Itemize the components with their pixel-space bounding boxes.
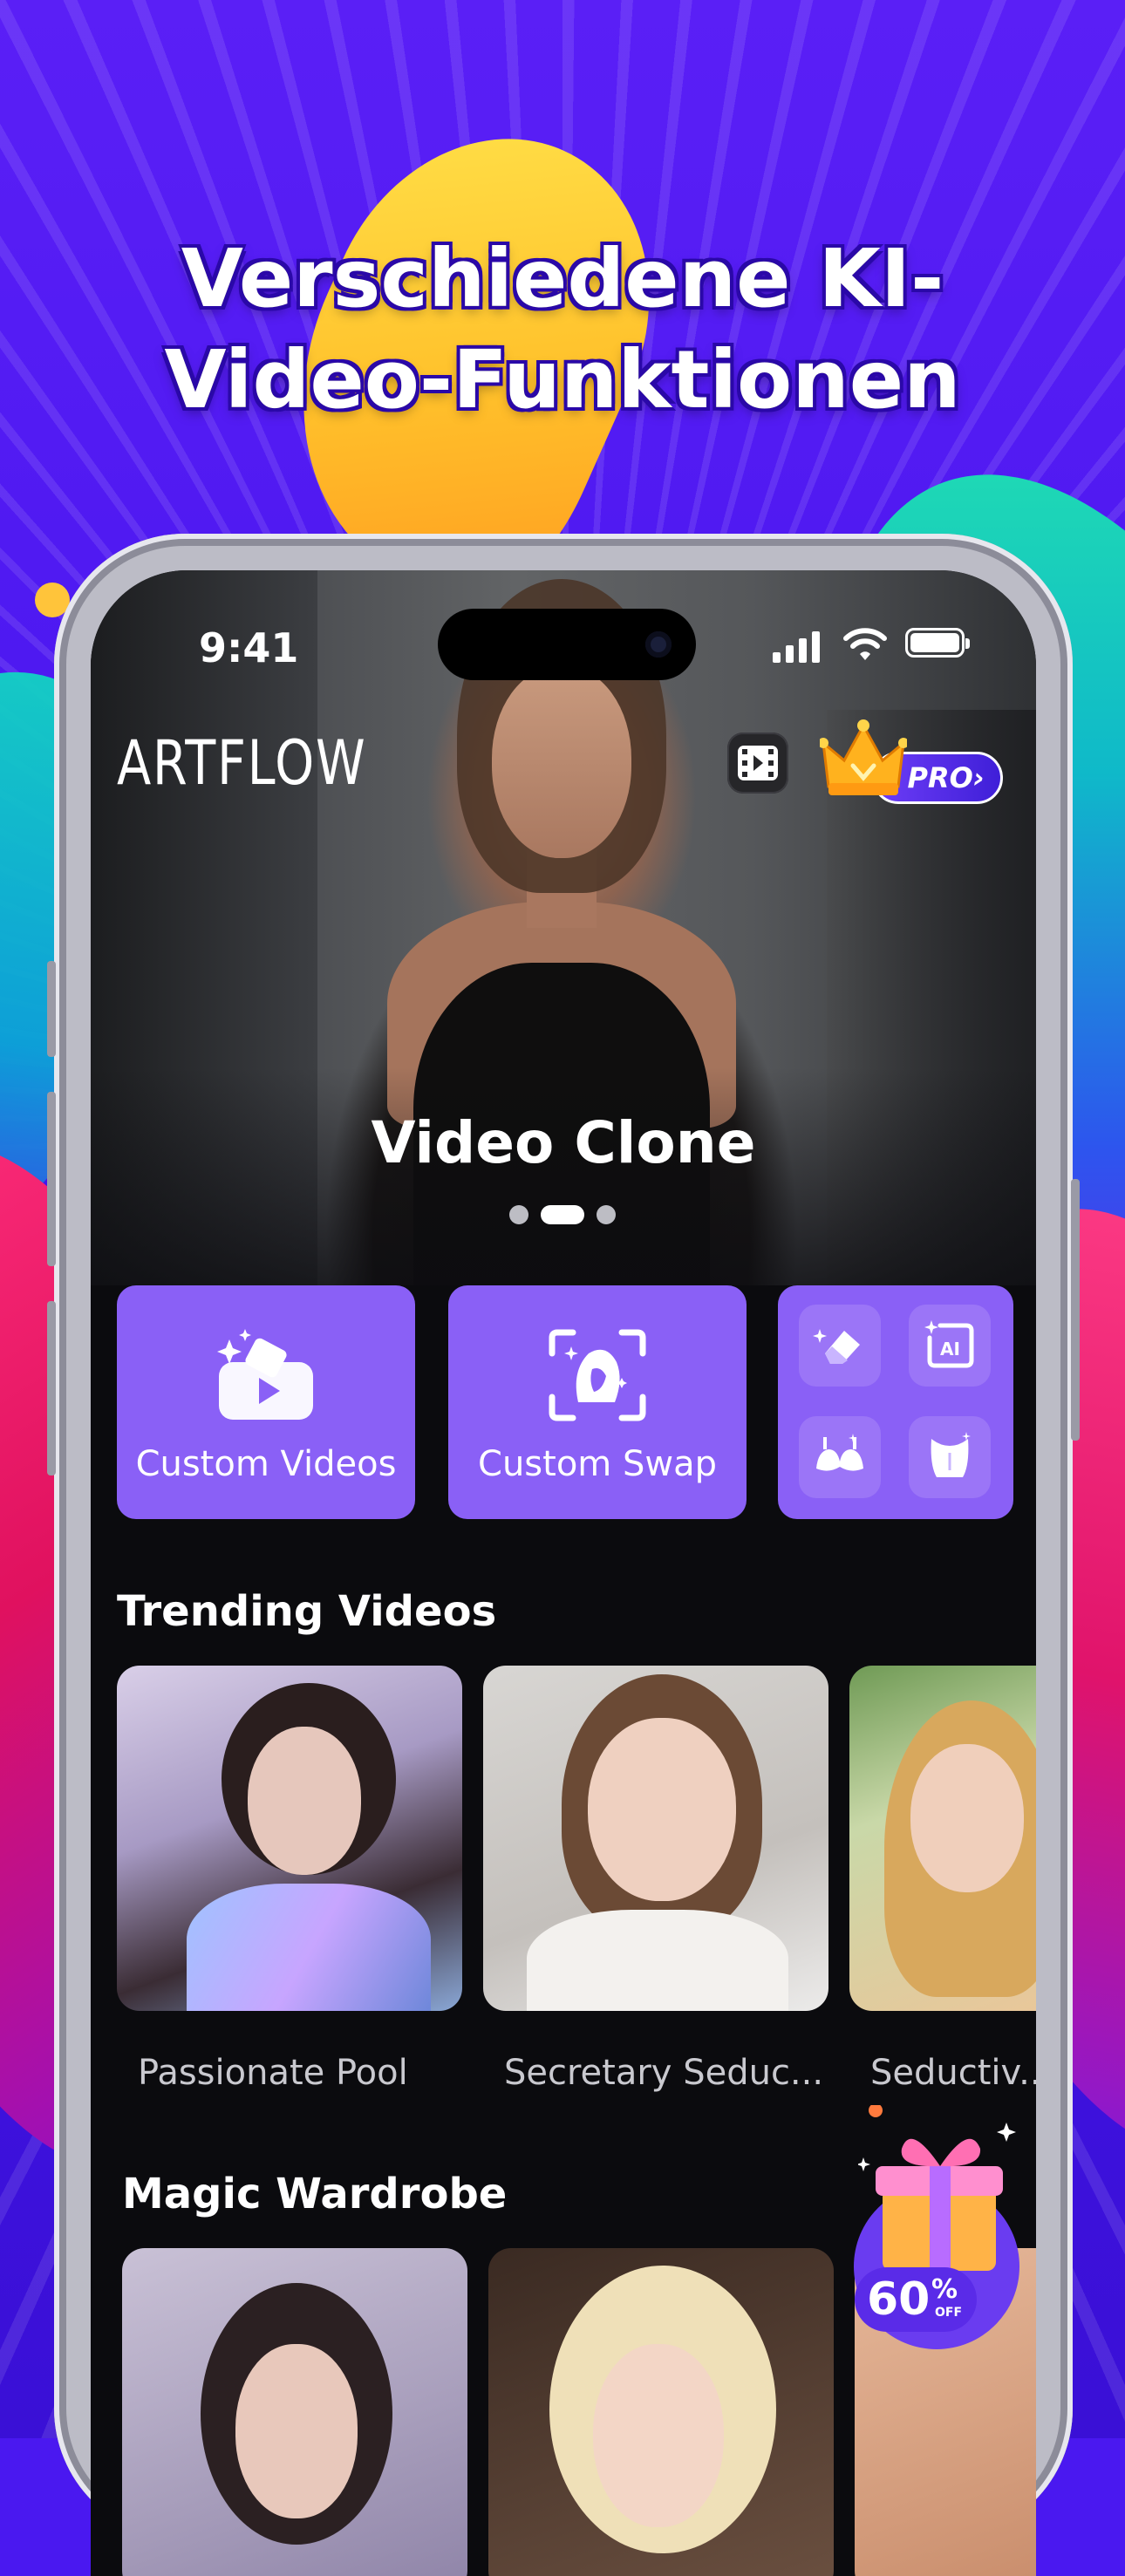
side-button: [1071, 1179, 1080, 1441]
ai-image-icon: AI: [924, 1320, 974, 1368]
headline-line-2: Video-Funktionen: [164, 333, 961, 426]
status-time: 9:41: [199, 624, 299, 671]
pager-dot[interactable]: [509, 1205, 528, 1224]
side-button: [47, 961, 56, 1057]
eraser-icon: [813, 1329, 860, 1364]
hero-figure: [492, 666, 631, 858]
gift-icon: [858, 2105, 1016, 2271]
trending-videos-title: Trending Videos: [117, 1587, 497, 1636]
video-sparkle-icon: [217, 1329, 313, 1420]
dynamic-island: [438, 609, 696, 680]
card-thumbnail: [588, 1718, 736, 1901]
trending-label-3: Seductiv..: [870, 2053, 1036, 2093]
side-button: [47, 1301, 56, 1475]
hero-title: Video Clone: [371, 1109, 756, 1176]
app-logo: ARTFLOW: [117, 727, 367, 799]
custom-videos-label: Custom Videos: [135, 1444, 397, 1484]
signal-icon: [773, 630, 822, 663]
tools-grid: AI: [778, 1285, 1013, 1519]
trending-card-1[interactable]: [117, 1666, 462, 2011]
crown-icon: [820, 719, 907, 795]
body-tool-button[interactable]: [909, 1416, 991, 1498]
discount-pill: 60 % OFF: [855, 2267, 977, 2332]
card-thumbnail: [527, 1910, 788, 2011]
custom-swap-button[interactable]: Custom Swap: [448, 1285, 747, 1519]
pager-dot-active[interactable]: [541, 1205, 584, 1224]
video-library-button[interactable]: [727, 733, 788, 794]
promo-headline: Verschiedene KI- Video-Funktionen: [0, 228, 1125, 431]
magic-wardrobe-title: Magic Wardrobe: [122, 2170, 508, 2218]
ai-image-tool-button[interactable]: AI: [909, 1305, 991, 1387]
status-bar: 9:41: [91, 570, 1036, 692]
wifi-icon: [843, 628, 887, 660]
hero-fade: [91, 1067, 1036, 1312]
discount-gift-button[interactable]: 60 % OFF: [788, 2105, 1050, 2349]
camera-icon: [645, 631, 672, 658]
svg-text:AI: AI: [940, 1339, 960, 1360]
custom-videos-button[interactable]: Custom Videos: [117, 1285, 415, 1519]
battery-icon: [905, 628, 970, 658]
film-icon: [738, 746, 778, 780]
wardrobe-card-1[interactable]: [122, 2248, 467, 2576]
pro-upgrade-button[interactable]: PRO›: [820, 717, 1012, 811]
wardrobe-card-2[interactable]: [488, 2248, 834, 2576]
trending-label-2: Secretary Seduc...: [504, 2053, 824, 2093]
discount-value: 60: [867, 2273, 931, 2326]
custom-swap-label: Custom Swap: [478, 1444, 717, 1484]
bra-icon: [816, 1434, 863, 1471]
discount-off: OFF: [935, 2306, 963, 2320]
discount-percent: %: [931, 2274, 958, 2305]
card-thumbnail: [235, 2344, 358, 2518]
eraser-tool-button[interactable]: [799, 1305, 881, 1387]
home-content: Custom Videos Custom Swap AI Trending Vi…: [91, 1285, 1036, 2576]
trending-card-3[interactable]: [849, 1666, 1036, 2011]
side-button: [47, 1092, 56, 1266]
card-thumbnail: [248, 1727, 361, 1875]
card-thumbnail: [910, 1744, 1024, 1892]
card-thumbnail: [593, 2344, 724, 2527]
card-thumbnail: [187, 1884, 431, 2011]
trending-label-1: Passionate Pool: [138, 2053, 408, 2093]
headline-line-1: Verschiedene KI-: [181, 232, 944, 325]
pager-dot[interactable]: [597, 1205, 616, 1224]
bra-tool-button[interactable]: [799, 1416, 881, 1498]
face-scan-icon: [549, 1329, 646, 1421]
trending-card-2[interactable]: [483, 1666, 828, 2011]
body-icon: [931, 1432, 971, 1477]
